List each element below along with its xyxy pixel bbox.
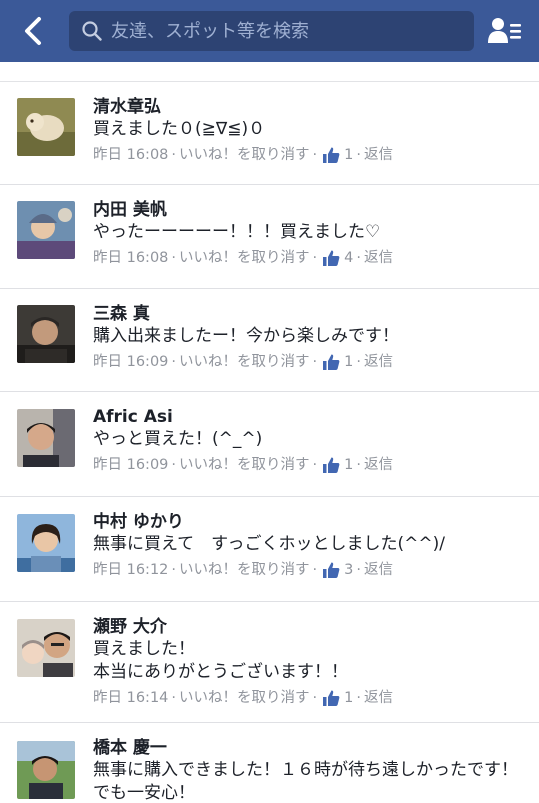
avatar[interactable] [17, 98, 75, 156]
comment-time[interactable]: 昨日 16:08 [93, 247, 168, 269]
commenter-name[interactable]: 瀬野 大介 [93, 616, 529, 638]
comment-meta: 昨日 16:09 · いいね！を取り消す · 1 · 返信 [93, 351, 529, 373]
reply-link[interactable]: 返信 [364, 247, 393, 269]
thumbs-up-icon[interactable] [322, 353, 340, 371]
comment-meta: 昨日 16:09 · いいね！を取り消す · 1 · 返信 [93, 454, 529, 476]
comment-item: 三森 真 購入出来ましたー！今から楽しみです！ 昨日 16:09 · いいね！を… [0, 289, 539, 392]
comment-text: 購入出来ましたー！今から楽しみです！ [93, 326, 399, 346]
separator-dot: · [356, 250, 361, 266]
reply-link[interactable]: 返信 [364, 559, 393, 581]
avatar[interactable] [17, 201, 75, 259]
commenter-name[interactable]: 内田 美帆 [93, 199, 529, 221]
avatar[interactable] [17, 305, 75, 363]
commenter-name[interactable]: 中村 ゆかり [93, 511, 529, 533]
comment-item: 中村 ゆかり 無事に買えて すっごくホッとしました(^^)/ 昨日 16:12 … [0, 497, 539, 602]
thumbs-up-icon[interactable] [322, 689, 340, 707]
search-input[interactable] [111, 13, 466, 49]
chevron-left-icon [25, 17, 41, 45]
unlike-link[interactable]: いいね！を取り消す [179, 144, 310, 166]
unlike-link[interactable]: いいね！を取り消す [179, 559, 310, 581]
avatar[interactable] [17, 409, 75, 467]
reply-link[interactable]: 返信 [364, 687, 393, 709]
comment-meta: 昨日 16:08 · いいね！を取り消す · 1 · 返信 [93, 144, 529, 166]
comment-text: 買えました！ 本当にありがとうございます！！ [93, 639, 348, 682]
unlike-link[interactable]: いいね！を取り消す [179, 454, 310, 476]
comment-meta: 昨日 16:08 · いいね！を取り消す · 4 · 返信 [93, 247, 529, 269]
separator-dot: · [356, 562, 361, 578]
comment-time[interactable]: 昨日 16:09 [93, 351, 168, 373]
comment-time[interactable]: 昨日 16:12 [93, 559, 168, 581]
avatar[interactable] [17, 741, 75, 799]
unlike-link[interactable]: いいね！を取り消す [179, 687, 310, 709]
friends-list-button[interactable] [484, 12, 526, 50]
like-count[interactable]: 1 [344, 454, 353, 476]
like-count[interactable]: 4 [344, 247, 353, 269]
commenter-name[interactable]: 清水章弘 [93, 96, 529, 118]
comment-item: Afric Asi やっと買えた！(^_^) 昨日 16:09 · いいね！を取… [0, 392, 539, 497]
commenter-name[interactable]: Afric Asi [93, 406, 529, 428]
separator-dot: · [312, 690, 318, 706]
comment-meta: 昨日 16:14 · いいね！を取り消す · 1 · 返信 [93, 687, 529, 709]
reply-link[interactable]: 返信 [364, 351, 393, 373]
like-count[interactable]: 1 [344, 144, 353, 166]
separator-dot: · [356, 690, 361, 706]
reply-link[interactable]: 返信 [364, 144, 393, 166]
avatar[interactable] [17, 514, 75, 572]
separator-dot: · [312, 457, 318, 473]
separator-dot: · [171, 457, 177, 473]
comment-item: 清水章弘 買えました０(≧∇≦)０ 昨日 16:08 · いいね！を取り消す ·… [0, 82, 539, 185]
like-count[interactable]: 1 [344, 351, 353, 373]
separator-dot: · [312, 562, 318, 578]
comment-meta: 昨日 16:12 · いいね！を取り消す · 3 · 返信 [93, 559, 529, 581]
separator-dot: · [171, 354, 177, 370]
search-box[interactable] [69, 11, 474, 51]
list-top-divider [0, 62, 539, 82]
comment-time[interactable]: 昨日 16:09 [93, 454, 168, 476]
comment-item: 瀬野 大介 買えました！ 本当にありがとうございます！！ 昨日 16:14 · … [0, 602, 539, 723]
separator-dot: · [171, 147, 177, 163]
like-count[interactable]: 3 [344, 559, 353, 581]
comment-text: やったーーーーー！！！買えました♡ [93, 222, 381, 242]
comment-item: 内田 美帆 やったーーーーー！！！買えました♡ 昨日 16:08 · いいね！を… [0, 185, 539, 289]
search-icon [81, 20, 103, 42]
like-count[interactable]: 1 [344, 687, 353, 709]
unlike-link[interactable]: いいね！を取り消す [179, 247, 310, 269]
separator-dot: · [356, 457, 361, 473]
comment-list: 清水章弘 買えました０(≧∇≦)０ 昨日 16:08 · いいね！を取り消す ·… [0, 82, 539, 803]
commenter-name[interactable]: 橋本 慶一 [93, 737, 529, 759]
comment-time[interactable]: 昨日 16:14 [93, 687, 168, 709]
separator-dot: · [356, 147, 361, 163]
comment-text: 無事に購入できました！１６時が待ち遠しかったです！でも一安心！ [93, 760, 518, 803]
thumbs-up-icon[interactable] [322, 249, 340, 267]
comment-item: 橋本 慶一 無事に購入できました！１６時が待ち遠しかったです！でも一安心！ [0, 723, 539, 803]
top-nav-bar [0, 0, 539, 62]
separator-dot: · [171, 250, 177, 266]
avatar[interactable] [17, 619, 75, 677]
commenter-name[interactable]: 三森 真 [93, 303, 529, 325]
separator-dot: · [171, 690, 177, 706]
comment-text: 買えました０(≧∇≦)０ [93, 119, 266, 139]
comment-text: やっと買えた！(^_^) [93, 429, 263, 449]
separator-dot: · [356, 354, 361, 370]
separator-dot: · [312, 147, 318, 163]
separator-dot: · [171, 562, 177, 578]
separator-dot: · [312, 354, 318, 370]
thumbs-up-icon[interactable] [322, 456, 340, 474]
thumbs-up-icon[interactable] [322, 146, 340, 164]
comment-text: 無事に買えて すっごくホッとしました(^^)/ [93, 534, 445, 554]
friends-list-icon [488, 18, 521, 43]
comment-time[interactable]: 昨日 16:08 [93, 144, 168, 166]
separator-dot: · [312, 250, 318, 266]
thumbs-up-icon[interactable] [322, 561, 340, 579]
back-button[interactable] [16, 12, 50, 50]
unlike-link[interactable]: いいね！を取り消す [179, 351, 310, 373]
reply-link[interactable]: 返信 [364, 454, 393, 476]
